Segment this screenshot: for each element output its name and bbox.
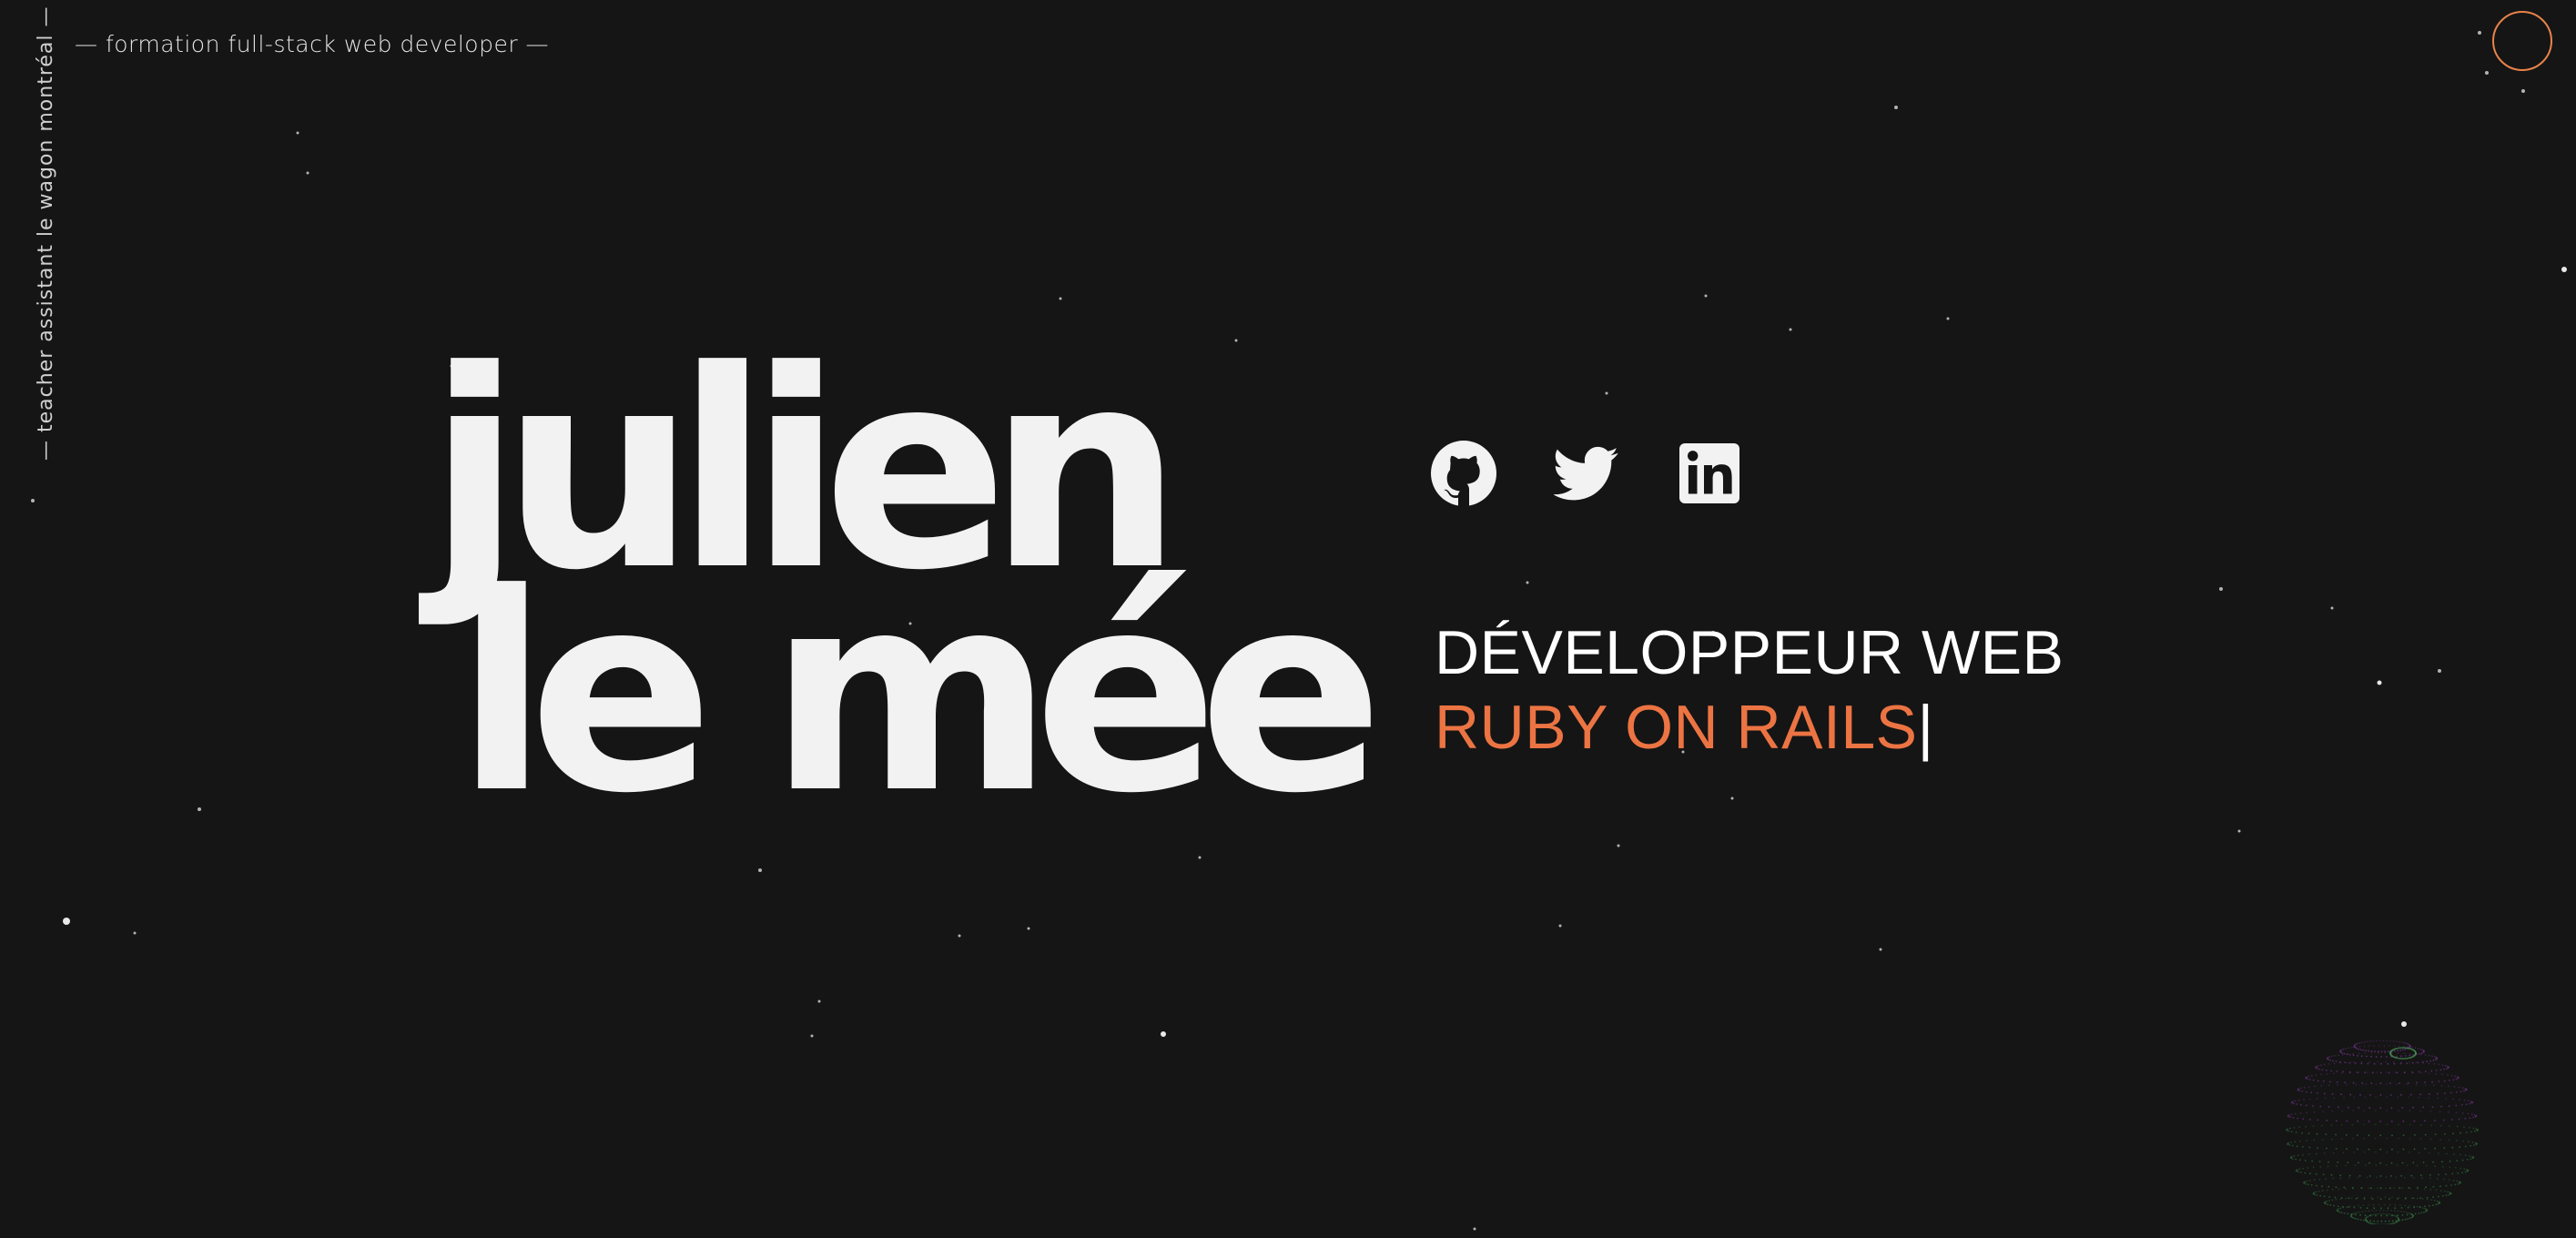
role-line-developer: DÉVELOPPEUR WEB bbox=[1435, 618, 2064, 687]
twitter-icon bbox=[1554, 446, 1618, 501]
dotted-globe-graphic bbox=[2286, 1040, 2479, 1224]
twitter-link[interactable] bbox=[1554, 441, 1619, 506]
top-tagline: — formation full-stack web developer — bbox=[75, 31, 550, 57]
typing-cursor: | bbox=[1917, 693, 1934, 762]
side-tagline: — teacher assistant le wagon montréal — bbox=[35, 5, 57, 461]
github-link[interactable] bbox=[1431, 441, 1496, 506]
hero-name: julien le mée bbox=[401, 335, 1384, 853]
role-rails-text: RUBY ON RAILS bbox=[1435, 693, 1918, 762]
social-links bbox=[1431, 441, 1742, 506]
linkedin-link[interactable] bbox=[1677, 441, 1742, 506]
hero-name-last: le mée bbox=[455, 535, 1384, 853]
role-title: DÉVELOPPEUR WEB RUBY ON RAILS| bbox=[1435, 615, 2064, 765]
circle-menu-icon[interactable] bbox=[2492, 11, 2552, 71]
github-icon bbox=[1431, 441, 1496, 506]
role-line-rails: RUBY ON RAILS| bbox=[1435, 690, 2064, 765]
linkedin-icon bbox=[1679, 443, 1739, 503]
